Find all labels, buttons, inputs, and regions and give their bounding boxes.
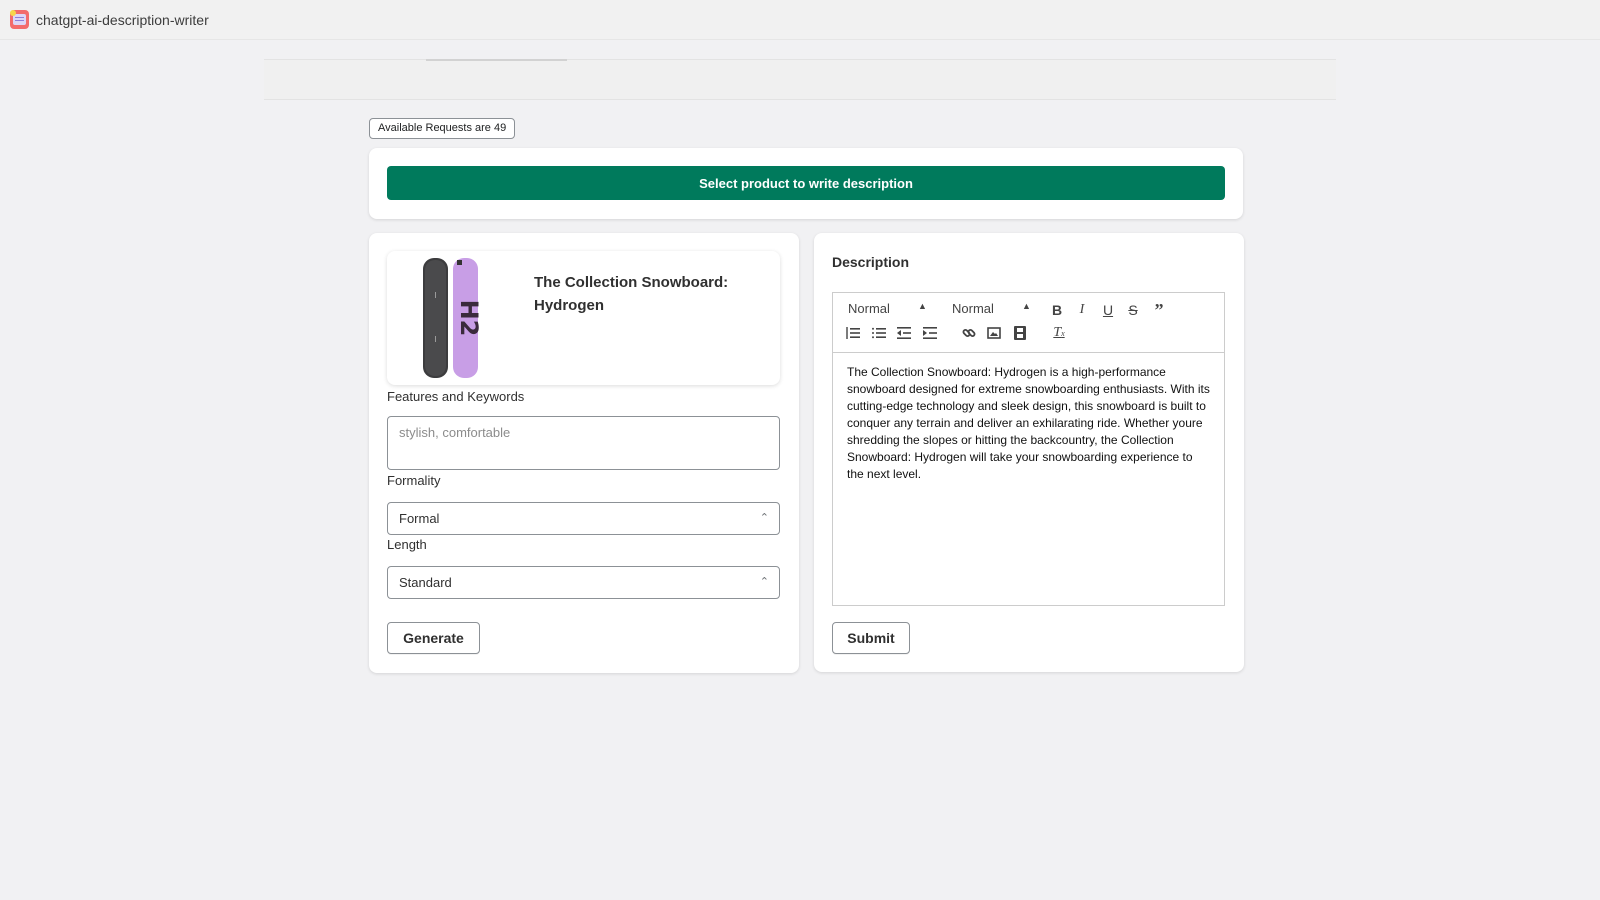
available-requests-badge: Available Requests are 49	[369, 118, 516, 139]
header-picker-label: Normal	[848, 301, 890, 316]
length-label: Length	[387, 537, 427, 552]
indent-icon[interactable]	[920, 323, 940, 343]
formality-selected-value: Formal	[399, 511, 440, 526]
image-icon[interactable]	[984, 323, 1004, 343]
ordered-list-icon[interactable]	[843, 323, 863, 343]
editor-toolbar: Normal ▲ Normal ▲ B I U S ” T x	[833, 293, 1224, 353]
app-logo-icon	[10, 10, 29, 29]
size-picker[interactable]: Normal ▲	[952, 301, 1032, 316]
video-icon[interactable]	[1010, 323, 1030, 343]
formality-label: Formality	[387, 473, 441, 488]
nav-bar	[264, 59, 1336, 100]
keywords-input[interactable]	[387, 416, 780, 470]
select-chevron-icon: ⌃	[759, 512, 769, 524]
tab-indicator	[426, 59, 567, 61]
generate-form-card: H2 The Collection Snowboard: Hydrogen Fe…	[369, 233, 799, 673]
blockquote-icon[interactable]: ”	[1149, 300, 1169, 320]
select-product-button[interactable]: Select product to write description	[387, 166, 1225, 200]
description-editor-content[interactable]: The Collection Snowboard: Hydrogen is a …	[833, 353, 1224, 494]
clear-format-icon[interactable]: Tx	[1049, 323, 1069, 343]
length-selected-value: Standard	[399, 575, 452, 590]
underline-icon[interactable]: U	[1098, 300, 1118, 320]
bullet-list-icon[interactable]	[869, 323, 889, 343]
outdent-icon[interactable]	[894, 323, 914, 343]
description-heading: Description	[832, 254, 910, 270]
description-card: Description Normal ▲ Normal ▲ B I U S ”	[814, 233, 1244, 672]
formality-select[interactable]: Formal ⌃	[387, 502, 780, 535]
product-tile[interactable]: H2 The Collection Snowboard: Hydrogen	[387, 251, 780, 385]
app-header: chatgpt-ai-description-writer	[0, 0, 1600, 40]
italic-icon[interactable]: I	[1072, 300, 1092, 320]
app-title: chatgpt-ai-description-writer	[36, 11, 209, 28]
submit-button[interactable]: Submit	[832, 622, 910, 654]
picker-arrows-icon: ▲	[918, 301, 927, 311]
keywords-label: Features and Keywords	[387, 389, 525, 404]
rich-text-editor: Normal ▲ Normal ▲ B I U S ” T x The Coll…	[832, 292, 1225, 606]
generate-button[interactable]: Generate	[387, 622, 480, 654]
select-product-card: Select product to write description	[369, 148, 1243, 219]
strikethrough-icon[interactable]: S	[1123, 300, 1143, 320]
picker-arrows-icon: ▲	[1022, 301, 1031, 311]
header-picker[interactable]: Normal ▲	[848, 301, 928, 316]
select-chevron-icon: ⌃	[759, 576, 769, 588]
size-picker-label: Normal	[952, 301, 994, 316]
product-title: The Collection Snowboard: Hydrogen	[534, 274, 729, 314]
bold-icon[interactable]: B	[1047, 300, 1067, 320]
length-select[interactable]: Standard ⌃	[387, 566, 780, 599]
link-icon[interactable]	[959, 323, 979, 343]
svg-text:H2: H2	[455, 300, 481, 337]
snowboard-product-image: H2	[423, 258, 481, 378]
